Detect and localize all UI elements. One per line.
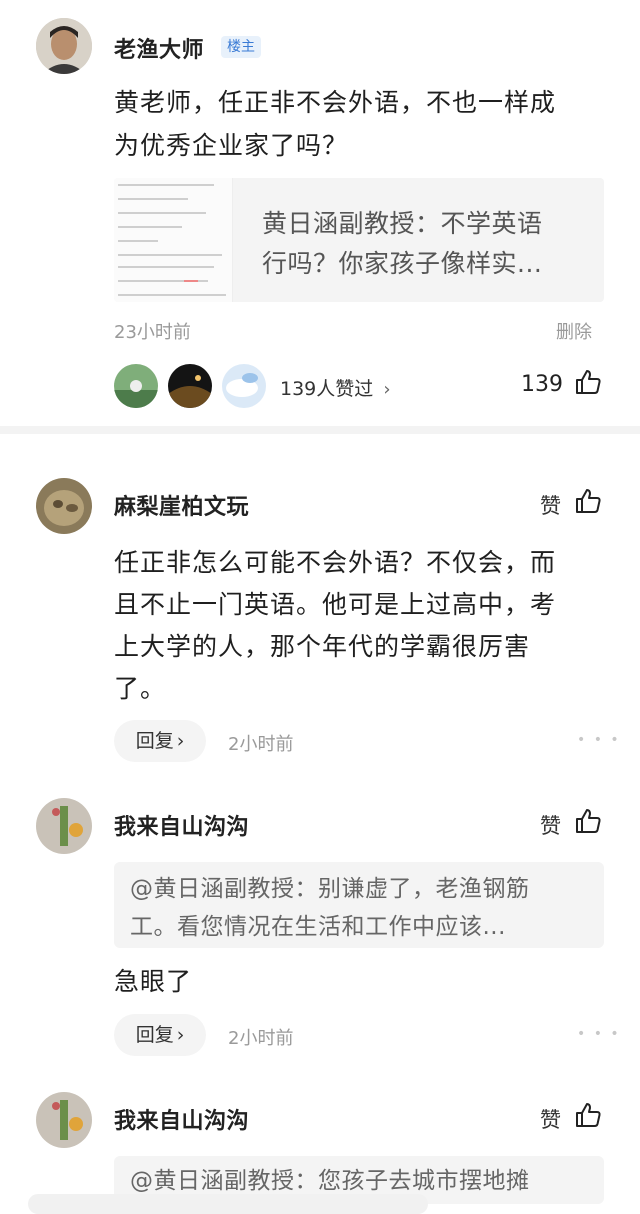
quote-line-2: 工。看您情况在生活和工作中应该... xyxy=(130,914,506,940)
comment-1-text-line-2: 且不止一门英语。他可是上过高中，考 xyxy=(114,590,557,619)
comment-3-author[interactable]: 我来自山沟沟 xyxy=(114,1103,249,1135)
comment-2-time: 2小时前 xyxy=(228,1028,294,1049)
liker-avatar-2[interactable] xyxy=(168,364,212,408)
post-text-line-1: 黄老师，任正非不会外语，不也一样成 xyxy=(114,88,557,117)
comment-3-avatar[interactable] xyxy=(36,1092,92,1148)
more-dots-icon[interactable]: • • • xyxy=(577,732,621,748)
link-card[interactable]: 黄日涵副教授：不学英语 行吗？你家孩子像样实... xyxy=(114,178,604,302)
comment-1-text-line-3: 上大学的人，那个年代的学霸很厉害 xyxy=(114,632,531,661)
thumbs-up-icon[interactable] xyxy=(574,807,602,839)
comment-1-like-label[interactable]: 赞 xyxy=(540,490,561,520)
link-card-title-line-1: 黄日涵副教授：不学英语 xyxy=(262,209,543,238)
post-time: 23小时前 xyxy=(114,322,191,343)
comment-1-reply-button[interactable]: 回复 › xyxy=(114,720,206,762)
comment-2-like-label[interactable]: 赞 xyxy=(540,810,561,840)
likers-link[interactable]: 139人赞过 › xyxy=(280,374,391,401)
comment-3-like-label[interactable]: 赞 xyxy=(540,1104,561,1134)
comment-2-author[interactable]: 我来自山沟沟 xyxy=(114,809,249,841)
thumbs-up-icon[interactable] xyxy=(574,368,602,400)
reply-label: 回复 xyxy=(135,730,174,752)
post-author-avatar[interactable] xyxy=(36,18,92,74)
comment-1-text-line-1: 任正非怎么可能不会外语？不仅会，而 xyxy=(114,548,557,577)
liker-avatar-1[interactable] xyxy=(114,364,158,408)
comment-1-time: 2小时前 xyxy=(228,734,294,755)
link-card-thumbnail xyxy=(114,178,233,302)
chevron-right-icon: › xyxy=(176,730,185,752)
comment-1-author[interactable]: 麻梨崖柏文玩 xyxy=(114,489,249,521)
likers-text: 139人赞过 xyxy=(280,378,374,400)
reply-label: 回复 xyxy=(135,1024,174,1046)
comment-2-quote[interactable]: @黄日涵副教授：别谦虚了，老渔钢筋 工。看您情况在生活和工作中应该... xyxy=(114,862,604,948)
more-dots-icon[interactable]: • • • xyxy=(577,1026,621,1042)
thumbs-up-icon[interactable] xyxy=(574,1101,602,1133)
comment-2-text: 急眼了 xyxy=(114,967,193,996)
op-badge: 楼主 xyxy=(221,36,261,58)
post-like-count: 139 xyxy=(521,372,563,397)
liker-avatar-3[interactable] xyxy=(222,364,266,408)
comment-2-reply-button[interactable]: 回复 › xyxy=(114,1014,206,1056)
quote-line-1: @黄日涵副教授：别谦虚了，老渔钢筋 xyxy=(130,876,530,902)
comment-2-avatar[interactable] xyxy=(36,798,92,854)
link-card-title-line-2: 行吗？你家孩子像样实... xyxy=(262,249,543,278)
post-text-line-2: 为优秀企业家了吗？ xyxy=(114,131,349,160)
comment-1-text-line-4: 了。 xyxy=(114,674,167,703)
section-divider xyxy=(0,426,640,434)
thumbs-up-icon[interactable] xyxy=(574,487,602,519)
chevron-right-icon: › xyxy=(176,1024,185,1046)
bottom-input-bar[interactable] xyxy=(28,1194,428,1214)
post-author-name[interactable]: 老渔大师 xyxy=(114,32,204,64)
comment-1-avatar[interactable] xyxy=(36,478,92,534)
chevron-right-icon: › xyxy=(383,379,391,400)
delete-button[interactable]: 删除 xyxy=(556,318,592,344)
